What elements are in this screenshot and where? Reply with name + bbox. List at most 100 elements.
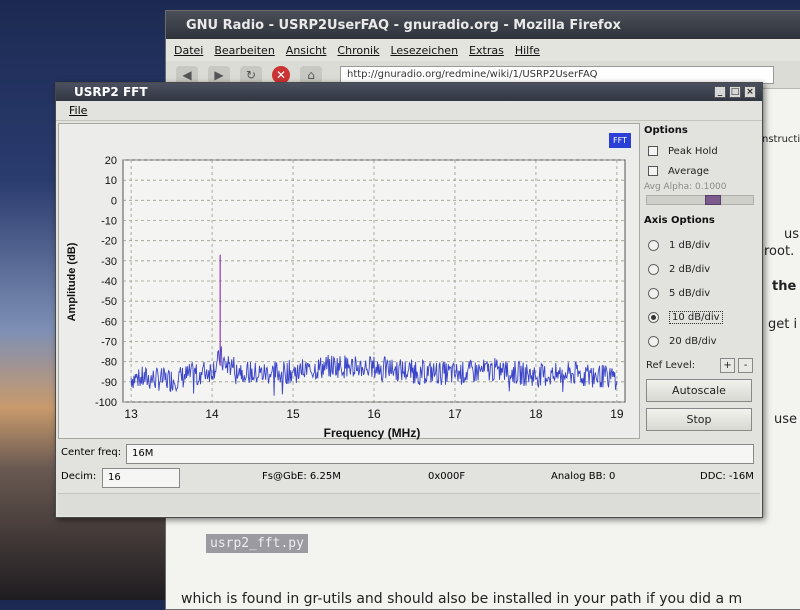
radio-label: 5 dB/div <box>669 287 711 299</box>
radio-2-db-div[interactable]: 2 dB/div <box>642 262 758 276</box>
fft-titlebar: USRP2 FFT _ □ × <box>56 83 762 101</box>
avg-alpha-label: Avg Alpha: 0.1000 <box>644 182 727 192</box>
ref-level-row: Ref Level: + - <box>642 358 758 373</box>
db-per-div-radio-group: 1 dB/div 2 dB/div 5 dB/div 10 dB/div 20 dB/d… <box>642 238 758 348</box>
y-tick-label: -90 <box>101 377 117 389</box>
slider-thumb[interactable] <box>705 195 721 205</box>
fs-label: Fs@GbE: 6.25M <box>262 471 341 482</box>
stop-icon[interactable]: ✕ <box>272 65 290 84</box>
decim-row: Decim: 16 Fs@GbE: 6.25M 0x000F Analog BB… <box>58 466 760 490</box>
x-tick-label: 14 <box>205 407 219 421</box>
checkbox-box[interactable] <box>648 166 658 176</box>
average-checkbox[interactable]: Average <box>642 164 758 178</box>
radio-button[interactable] <box>648 263 659 275</box>
radio-button[interactable] <box>648 335 659 347</box>
radio-label: 2 dB/div <box>669 263 711 275</box>
y-tick-label: 0 <box>111 195 117 207</box>
x-tick-label: 16 <box>367 407 381 421</box>
ref-level-minus-button[interactable]: - <box>738 358 754 373</box>
radio-button[interactable] <box>648 287 659 299</box>
menu-ansicht[interactable]: Ansicht <box>286 44 327 57</box>
center-freq-label: Center freq: <box>61 447 122 458</box>
page-text-fragment: nstructi <box>762 134 800 145</box>
home-icon[interactable]: ⌂ <box>300 65 322 84</box>
status-strip <box>58 493 760 515</box>
stop-button[interactable]: Stop <box>646 408 752 431</box>
center-freq-row: Center freq: 16M <box>58 443 760 464</box>
firefox-title: GNU Radio - USRP2UserFAQ - gnuradio.org … <box>186 17 621 33</box>
page-text-fragment: use <box>774 412 798 427</box>
radio-5-db-div[interactable]: 5 dB/div <box>642 286 758 300</box>
x-tick-label: 18 <box>529 407 543 421</box>
page-text-fragment: usua <box>784 227 800 242</box>
y-tick-label: -100 <box>95 397 117 409</box>
radio-20-db-div[interactable]: 20 dB/div <box>642 334 758 348</box>
menu-bearbeiten[interactable]: Bearbeiten <box>214 44 274 57</box>
close-icon[interactable]: × <box>744 86 756 98</box>
decim-input[interactable]: 16 <box>102 468 180 488</box>
y-tick-label: 20 <box>105 155 117 167</box>
usrp2-fft-window: USRP2 FFT _ □ × File FFT 20 10 0 -10 -20 -30-… <box>55 82 763 518</box>
menu-lesezeichen[interactable]: Lesezeichen <box>390 44 458 57</box>
minimize-icon[interactable]: _ <box>714 86 726 98</box>
url-text: http://gnuradio.org/redmine/wiki/1/USRP2… <box>347 69 598 80</box>
menu-extras[interactable]: Extras <box>469 44 504 57</box>
back-icon[interactable]: ◀ <box>176 65 198 84</box>
autoscale-button[interactable]: Autoscale <box>646 379 752 402</box>
x-tick-label: 13 <box>124 407 138 421</box>
radio-button[interactable] <box>648 239 659 251</box>
decim-label: Decim: <box>61 471 97 482</box>
options-panel: Options Peak Hold Average Avg Alpha: 0.1… <box>642 123 758 441</box>
y-tick-label: 10 <box>105 175 117 187</box>
menu-datei[interactable]: Datei <box>174 44 203 57</box>
ref-level-label: Ref Level: <box>646 360 696 371</box>
fft-chart: 20 10 0 -10 -20 -30 -40 -50 -60 -70 -80 -90 -100 13 14… <box>66 155 626 440</box>
radio-10-db-div[interactable]: 10 dB/div <box>642 310 758 324</box>
radio-1-db-div[interactable]: 1 dB/div <box>642 238 758 252</box>
x-tick-label: 17 <box>448 407 462 421</box>
page-paragraph: which is found in gr-utils and should al… <box>181 591 743 607</box>
average-label: Average <box>668 165 710 177</box>
y-tick-label: -70 <box>101 337 117 349</box>
y-axis-label: Amplitude (dB) <box>66 242 78 321</box>
fft-window-title: USRP2 FFT <box>74 85 148 99</box>
page-text-fragment: get i <box>768 317 798 332</box>
menu-hilfe[interactable]: Hilfe <box>515 44 540 57</box>
x-tick-label: 19 <box>610 407 624 421</box>
y-tick-label: -40 <box>101 276 117 288</box>
y-tick-label: -80 <box>101 357 117 369</box>
y-tick-label: -10 <box>101 216 117 228</box>
peak-hold-checkbox[interactable]: Peak Hold <box>642 144 758 158</box>
ref-level-plus-button[interactable]: + <box>720 358 736 373</box>
radio-button[interactable] <box>648 311 659 323</box>
fft-plot-panel: FFT 20 10 0 -10 -20 -30 -40 -50 -60 -70 -80 -90 -100… <box>58 123 640 440</box>
forward-icon[interactable]: ▶ <box>208 65 230 84</box>
fft-menubar: File <box>56 101 762 121</box>
ddc-label: DDC: -16M <box>700 471 754 482</box>
radio-label: 10 dB/div <box>669 310 723 324</box>
axis-options-header: Axis Options <box>644 215 715 226</box>
menu-file[interactable]: File <box>69 104 87 117</box>
x-tick-label: 15 <box>286 407 300 421</box>
y-tick-label: -30 <box>101 256 117 268</box>
firefox-titlebar: GNU Radio - USRP2UserFAQ - gnuradio.org … <box>166 11 800 39</box>
x-axis-label: Frequency (MHz) <box>324 426 421 440</box>
peak-hold-label: Peak Hold <box>668 145 718 157</box>
options-header: Options <box>644 125 688 136</box>
firefox-menubar: Datei Bearbeiten Ansicht Chronik Lesezei… <box>166 39 800 61</box>
reload-icon[interactable]: ↻ <box>240 65 262 84</box>
center-freq-input[interactable]: 16M <box>126 444 754 464</box>
y-tick-label: -20 <box>101 236 117 248</box>
page-text-fragment: the <box>772 279 797 294</box>
avg-alpha-slider[interactable] <box>646 195 754 205</box>
checkbox-box[interactable] <box>648 146 658 156</box>
hex-label: 0x000F <box>428 471 466 482</box>
y-tick-label: -50 <box>101 296 117 308</box>
page-text-fragment: root. <box>764 244 795 259</box>
radio-label: 20 dB/div <box>669 335 717 347</box>
analog-bb-label: Analog BB: 0 <box>551 471 616 482</box>
maximize-icon[interactable]: □ <box>729 86 741 98</box>
menu-chronik[interactable]: Chronik <box>337 44 379 57</box>
code-snippet: usrp2_fft.py <box>206 534 308 553</box>
url-bar[interactable]: http://gnuradio.org/redmine/wiki/1/USRP2… <box>340 65 774 84</box>
